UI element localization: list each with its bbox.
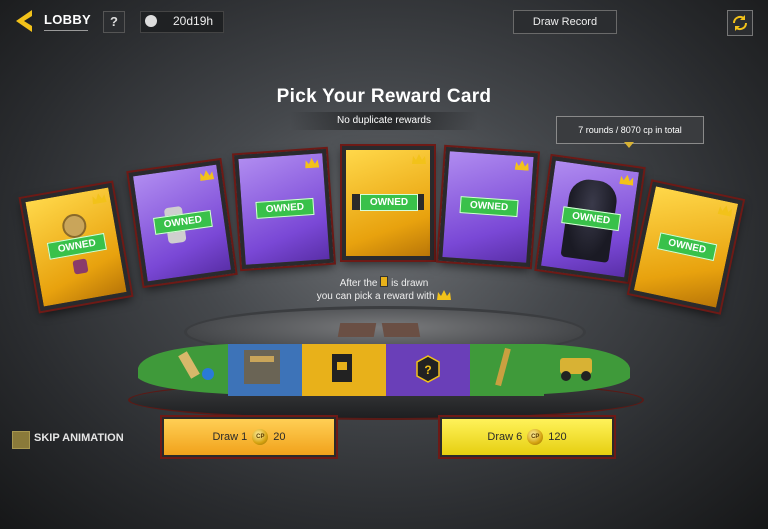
crown-icon [412,154,426,164]
draw-record-button[interactable]: Draw Record [513,10,617,34]
info-line-1-before: After the [339,278,378,289]
lobby-underline [44,30,88,31]
mystery-label: ? [424,363,431,377]
crown-icon [305,157,320,169]
cp-coin-icon: CP [527,429,544,445]
tooltip-pointer [624,142,634,148]
reward-card-3[interactable]: OWNED [234,148,334,270]
skip-animation-label: SKIP ANIMATION [34,432,124,444]
mystery-icon: ? [416,355,440,383]
skip-animation-toggle[interactable]: SKIP ANIMATION [12,430,152,449]
owned-badge: OWNED [459,196,519,218]
page-subtitle: No duplicate rewards [290,112,478,130]
reward-card-4[interactable]: OWNED [342,146,434,260]
reward-strip: ? [138,344,630,396]
info-line-2: you can pick a reward with [0,290,768,302]
reward-card-5[interactable]: OWNED [438,146,538,268]
draw-1-button[interactable]: Draw 1 CP 20 [162,417,336,457]
clock-icon [145,15,157,27]
info-line-1: After the is drawn [0,276,768,289]
rounds-tooltip: 7 rounds / 8070 cp in total [556,116,704,144]
draw-6-label: Draw 6 [487,431,523,443]
platform-slot [381,323,421,337]
crown-icon [619,174,634,186]
platform-slot [337,323,377,337]
owned-badge: OWNED [656,232,718,262]
owned-badge: OWNED [255,197,315,219]
info-line-1-after: is drawn [391,278,429,289]
crown-icon [717,205,732,217]
help-button[interactable]: ? [103,11,125,33]
draw-1-cost: 20 [273,431,286,443]
crown-icon [437,290,452,300]
reward-card-6[interactable]: OWNED [536,156,644,282]
info-line-2-text: you can pick a reward with [316,291,435,302]
page-title: Pick Your Reward Card [276,86,492,107]
draw-1-label: Draw 1 [212,431,248,443]
refresh-icon[interactable] [727,10,753,36]
reward-card-2[interactable]: OWNED [128,160,236,286]
event-timer: 20d19h [140,11,224,33]
skip-checkbox[interactable] [12,431,30,449]
charm-image [72,258,89,275]
timer-text: 20d19h [173,14,214,28]
card-icon [332,354,352,382]
crown-icon [92,193,107,205]
owned-badge: OWNED [360,194,418,211]
draw-6-button[interactable]: Draw 6 CP 120 [440,417,614,457]
ammo-icon [244,350,280,384]
crown-icon [514,160,529,171]
crown-icon [200,170,215,182]
lobby-label[interactable]: LOBBY [44,12,91,27]
card-mini-icon [380,276,389,287]
cp-coin-icon: CP [252,429,269,445]
back-arrow-icon[interactable] [12,8,38,34]
owned-badge: OWNED [46,232,107,260]
draw-6-cost: 120 [548,431,567,443]
